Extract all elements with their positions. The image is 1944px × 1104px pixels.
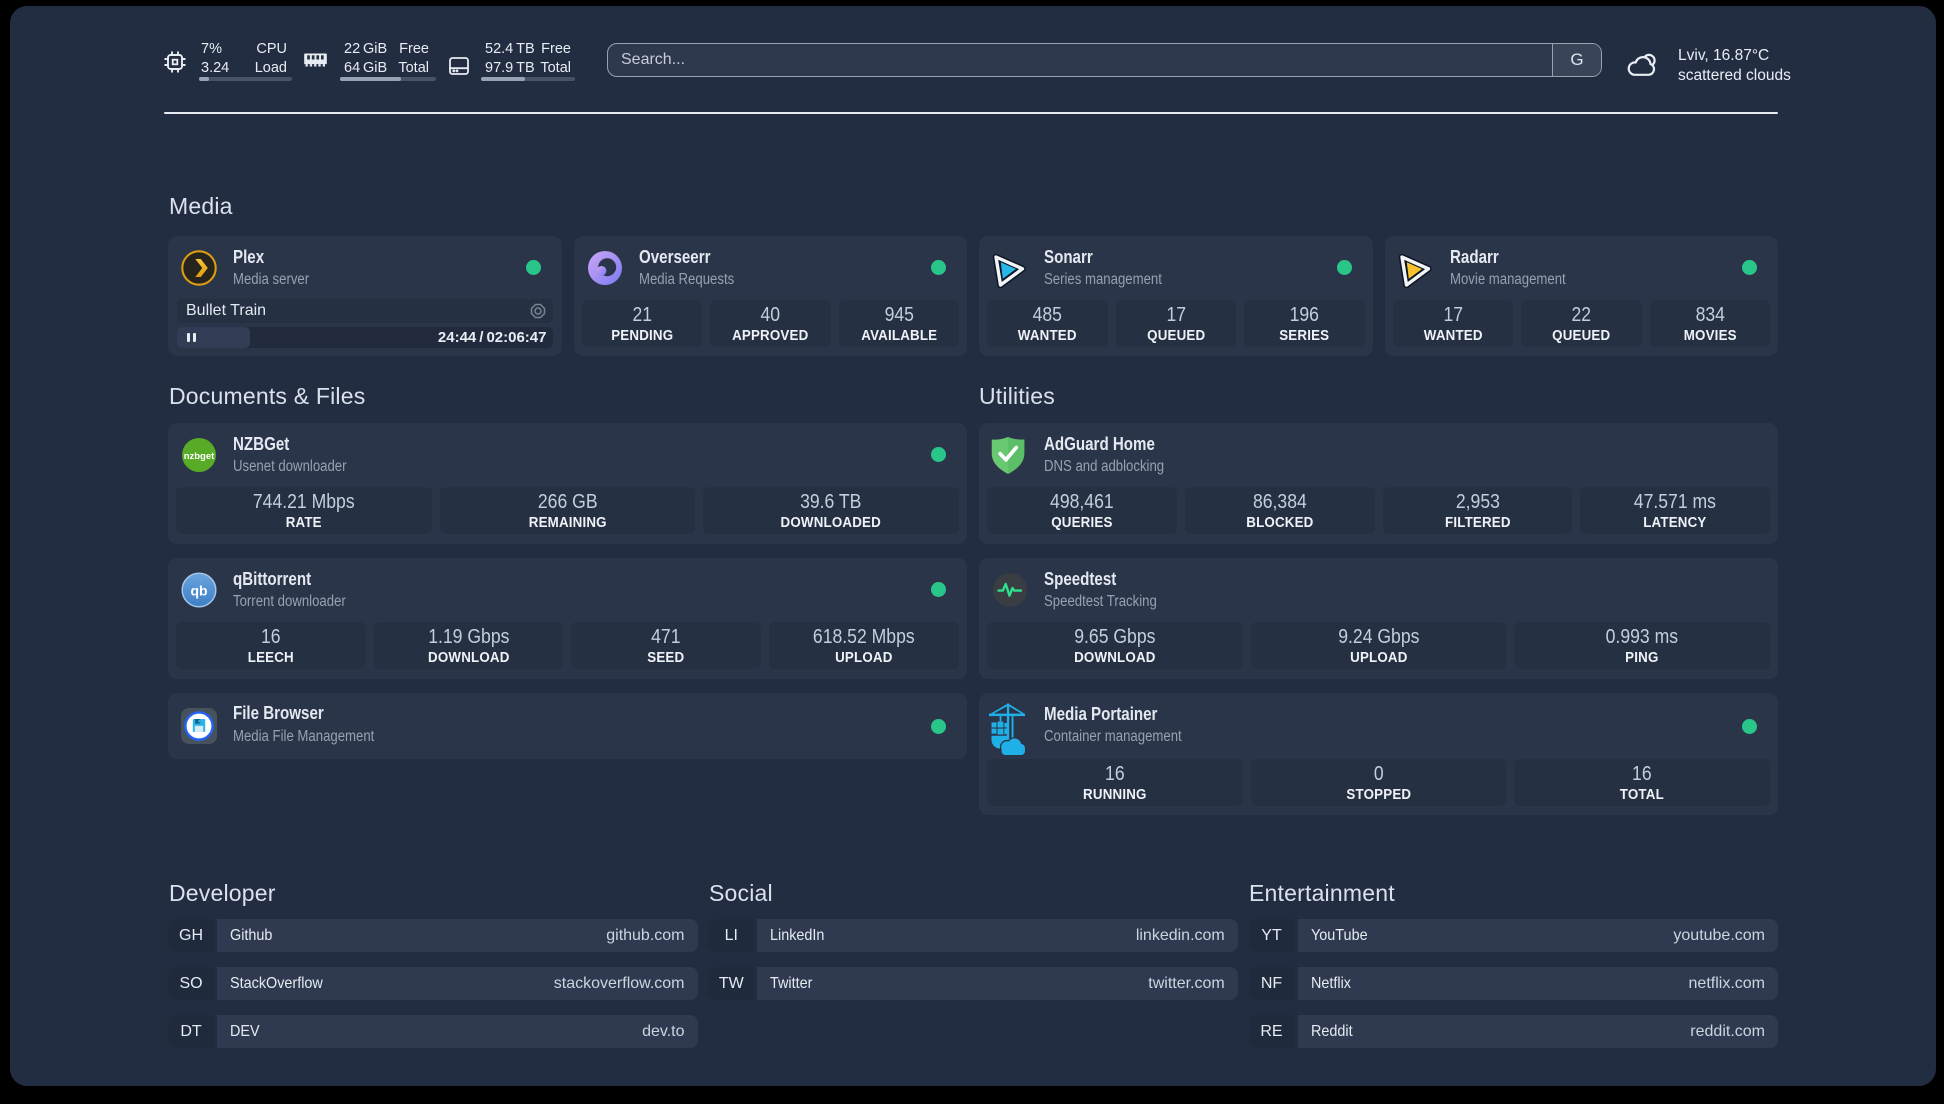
svg-text:qb: qb [190, 583, 207, 599]
svg-text:nzbget: nzbget [184, 451, 215, 462]
